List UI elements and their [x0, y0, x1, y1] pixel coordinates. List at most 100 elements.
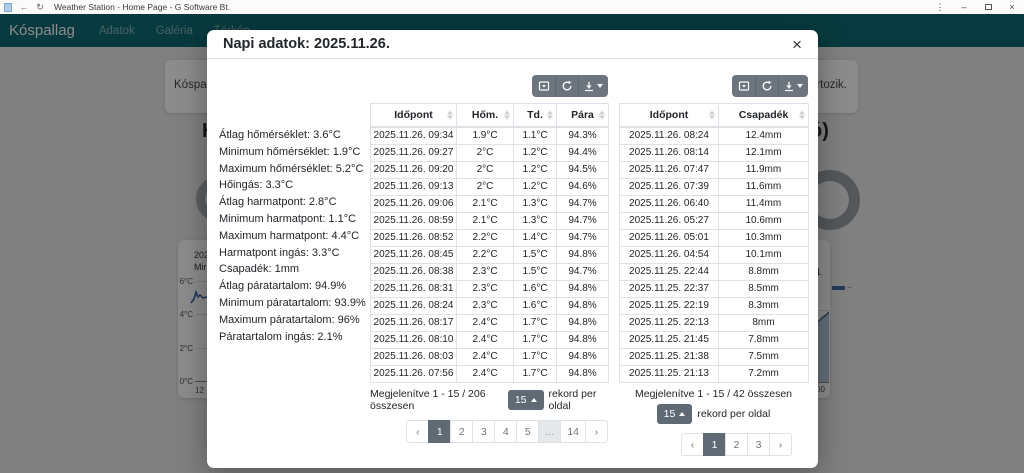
table-cell: 1.2°C — [514, 145, 557, 162]
daily-stats-list: Átlag hőmérséklet: 3.6°CMinimum hőmérsék… — [219, 127, 371, 345]
column-header[interactable]: Csapadék — [719, 104, 809, 128]
table-cell: 7.2mm — [719, 366, 809, 383]
page-size-dropdown[interactable]: 15 — [657, 404, 693, 424]
export-button[interactable] — [778, 75, 808, 97]
columns-toggle-button[interactable] — [732, 75, 755, 97]
close-icon[interactable]: × — [792, 36, 802, 53]
table-cell: 2025.11.26. 08:52 — [371, 230, 457, 247]
table-cell: 94.8% — [557, 247, 609, 264]
table-cell: 1.1°C — [514, 127, 557, 145]
back-icon[interactable]: ← — [16, 2, 32, 12]
page-button[interactable]: ‹ — [406, 420, 429, 443]
table-cell: 1.3°C — [514, 213, 557, 230]
columns-icon — [538, 80, 550, 92]
menu-kebab-icon[interactable]: ⋮ — [928, 2, 952, 13]
modal-header: Napi adatok: 2025.11.26. × — [207, 30, 818, 59]
page-button[interactable]: › — [585, 420, 608, 443]
stat-line: Átlag harmatpont: 2.8°C — [219, 194, 371, 211]
stat-line: Maximum harmatpont: 4.4°C — [219, 228, 371, 245]
stat-line: Páratartalom ingás: 2.1% — [219, 329, 371, 346]
table-cell: 2025.11.25. 22:44 — [620, 264, 719, 281]
table-cell: 1.7°C — [514, 366, 557, 383]
page-button[interactable]: 5 — [516, 420, 539, 443]
columns-toggle-button[interactable] — [532, 75, 555, 97]
sort-icon — [709, 111, 715, 120]
table-cell: 2025.11.26. 08:59 — [371, 213, 457, 230]
table-cell: 11.6mm — [719, 179, 809, 196]
table-cell: 1.4°C — [514, 230, 557, 247]
table1-summary: Megjelenítve 1 - 15 / 206 összesen 15 re… — [370, 388, 608, 412]
column-header[interactable]: Időpont — [620, 104, 719, 128]
table-row: 2025.11.26. 05:2710.6mm — [620, 213, 809, 230]
sort-icon — [599, 111, 605, 120]
page-button[interactable]: 3 — [472, 420, 495, 443]
chevron-up-icon — [679, 412, 685, 416]
page-button[interactable]: ‹ — [681, 433, 704, 456]
page-button[interactable]: › — [769, 433, 792, 456]
column-header[interactable]: Pára — [557, 104, 609, 128]
table-cell: 2025.11.26. 08:10 — [371, 332, 457, 349]
page-button[interactable]: 1 — [428, 420, 451, 443]
table2-summary-suffix: rekord per oldal — [697, 408, 770, 420]
table-cell: 94.7% — [557, 264, 609, 281]
table-cell: 1.7°C — [514, 349, 557, 366]
refresh-button[interactable] — [555, 75, 578, 97]
table-cell: 94.8% — [557, 298, 609, 315]
table1-toolbar — [370, 75, 608, 97]
window-close-icon[interactable]: × — [1000, 2, 1024, 12]
table-cell: 2025.11.26. 04:54 — [620, 247, 719, 264]
table-cell: 2025.11.25. 22:19 — [620, 298, 719, 315]
page-button[interactable]: 2 — [725, 433, 748, 456]
table-cell: 1.5°C — [514, 247, 557, 264]
table-cell: 1.9°C — [457, 127, 514, 145]
table-cell: 2025.11.26. 08:03 — [371, 349, 457, 366]
table1-summary-text: Megjelenítve 1 - 15 / 206 összesen — [370, 388, 503, 412]
table-cell: 2025.11.26. 08:17 — [371, 315, 457, 332]
table-cell: 2.2°C — [457, 230, 514, 247]
table-row: 2025.11.26. 09:341.9°C1.1°C94.3% — [371, 127, 609, 145]
table-cell: 2.3°C — [457, 264, 514, 281]
table2-pagination: ‹123› — [619, 433, 808, 456]
daily-data-modal: Napi adatok: 2025.11.26. × Átlag hőmérsé… — [207, 30, 818, 468]
table-cell: 2025.11.26. 05:27 — [620, 213, 719, 230]
column-header[interactable]: Hőm. — [457, 104, 514, 128]
page-size-dropdown[interactable]: 15 — [508, 390, 544, 410]
table-cell: 94.4% — [557, 145, 609, 162]
table-cell: 2.1°C — [457, 213, 514, 230]
table-row: 2025.11.26. 04:5410.1mm — [620, 247, 809, 264]
table-cell: 1.7°C — [514, 315, 557, 332]
modal-body: Átlag hőmérséklet: 3.6°CMinimum hőmérsék… — [207, 59, 818, 467]
table-cell: 2.1°C — [457, 196, 514, 213]
table-cell: 8.8mm — [719, 264, 809, 281]
window-titlebar: ← ↻ Weather Station - Home Page - G Soft… — [0, 0, 1024, 14]
table-cell: 2.4°C — [457, 349, 514, 366]
page-button[interactable]: 3 — [747, 433, 770, 456]
column-header[interactable]: Időpont — [371, 104, 457, 128]
table-cell: 11.4mm — [719, 196, 809, 213]
stat-line: Átlag páratartalom: 94.9% — [219, 278, 371, 295]
table-row: 2025.11.25. 22:138mm — [620, 315, 809, 332]
column-header[interactable]: Td. — [514, 104, 557, 128]
restore-icon[interactable] — [976, 2, 1000, 12]
table-cell: 10.3mm — [719, 230, 809, 247]
table-cell: 2025.11.26. 06:40 — [620, 196, 719, 213]
table-cell: 94.8% — [557, 366, 609, 383]
table-cell: 2.3°C — [457, 281, 514, 298]
table-cell: 7.5mm — [719, 349, 809, 366]
page-button[interactable]: 4 — [494, 420, 517, 443]
refresh-button[interactable] — [755, 75, 778, 97]
table-row: 2025.11.26. 08:592.1°C1.3°C94.7% — [371, 213, 609, 230]
table-row: 2025.11.26. 09:272°C1.2°C94.4% — [371, 145, 609, 162]
table-cell: 94.3% — [557, 127, 609, 145]
page-button[interactable]: 14 — [560, 420, 586, 443]
download-icon — [784, 81, 794, 92]
table-cell: 2025.11.26. 09:20 — [371, 162, 457, 179]
export-button[interactable] — [578, 75, 608, 97]
page-button[interactable]: 2 — [450, 420, 473, 443]
table-cell: 2025.11.26. 08:38 — [371, 264, 457, 281]
table-cell: 94.8% — [557, 281, 609, 298]
document-icon — [4, 3, 12, 12]
reload-icon[interactable]: ↻ — [32, 2, 48, 13]
page-button[interactable]: 1 — [703, 433, 726, 456]
minimize-icon[interactable]: – — [952, 2, 976, 12]
